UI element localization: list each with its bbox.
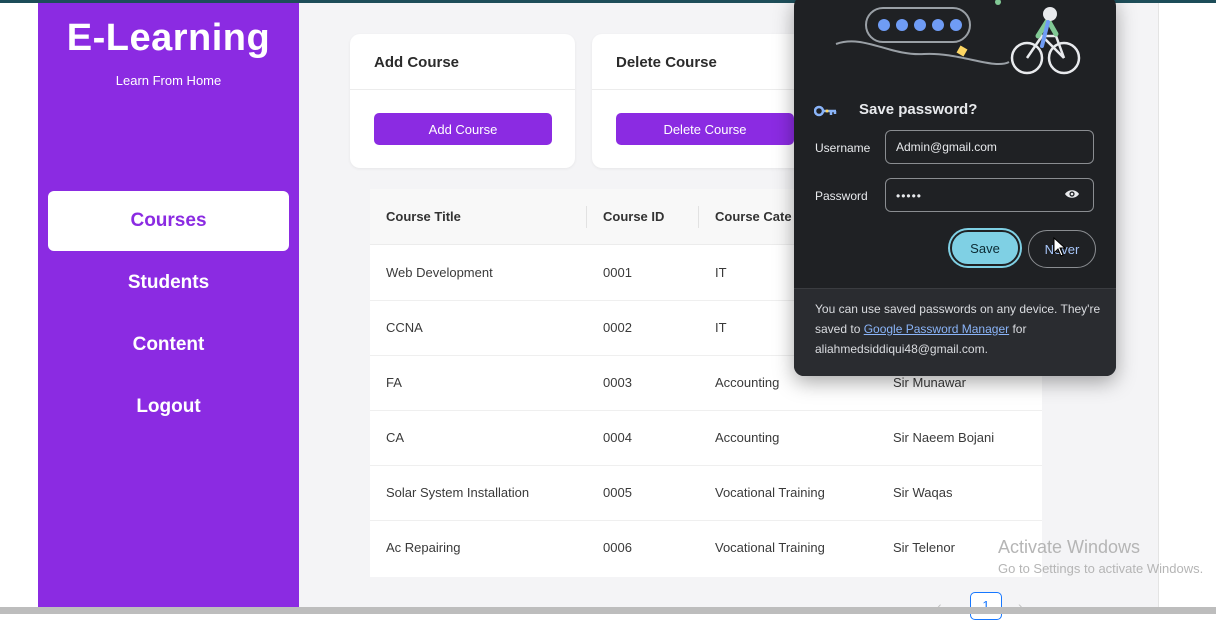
sidebar-item-students[interactable]: Students: [48, 253, 289, 313]
username-field[interactable]: [885, 130, 1094, 164]
sidebar-item-courses[interactable]: Courses: [48, 191, 289, 251]
table-row[interactable]: CA 0004 Accounting Sir Naeem Bojani: [370, 410, 1042, 466]
cell-title: Web Development: [386, 265, 493, 280]
column-header-id[interactable]: Course ID: [603, 189, 664, 244]
cell-title: CCNA: [386, 320, 423, 335]
cell-category: Accounting: [715, 375, 780, 390]
cell-title: Ac Repairing: [386, 540, 461, 555]
card-divider: [592, 89, 817, 90]
cell-category: Vocational Training: [715, 485, 825, 500]
cell-id: 0005: [603, 485, 632, 500]
brand-title: E-Learning: [66, 17, 271, 59]
add-course-card-title: Add Course: [374, 54, 460, 71]
cell-id: 0002: [603, 320, 632, 335]
dialog-title: Save password?: [859, 101, 978, 118]
delete-course-card: Delete Course Delete Course: [592, 34, 817, 168]
cell-category: Vocational Training: [715, 540, 825, 555]
sidebar-item-content[interactable]: Content: [48, 315, 289, 375]
cell-title: CA: [386, 430, 405, 445]
table-row[interactable]: Solar System Installation 0005 Vocationa…: [370, 465, 1042, 521]
password-label: Password: [815, 189, 868, 203]
card-divider: [350, 89, 575, 90]
footer-text: You can use saved passwords on any devic…: [815, 299, 1101, 359]
username-label: Username: [815, 141, 871, 155]
password-manager-link[interactable]: Google Password Manager: [864, 322, 1009, 336]
save-password-button[interactable]: Save: [950, 230, 1020, 266]
cell-id: 0004: [603, 430, 632, 445]
cell-id: 0006: [603, 540, 632, 555]
taskbar-edge: [0, 607, 1216, 614]
pagination-page[interactable]: 1: [970, 592, 1002, 620]
add-course-button[interactable]: Add Course: [374, 113, 552, 145]
cell-category: IT: [715, 265, 727, 280]
sidebar-item-logout[interactable]: Logout: [48, 377, 289, 437]
add-course-card: Add Course Add Course: [350, 34, 575, 168]
dialog-footer: You can use saved passwords on any devic…: [794, 288, 1116, 376]
cell-instructor: Sir Waqas: [893, 485, 953, 500]
cell-instructor: Sir Naeem Bojani: [893, 430, 995, 445]
column-header-category[interactable]: Course Cate: [715, 189, 792, 244]
delete-course-button[interactable]: Delete Course: [616, 113, 794, 145]
column-divider: [698, 206, 699, 228]
cell-title: Solar System Installation: [386, 485, 530, 500]
sidebar: E-Learning Learn From Home Courses Stude…: [38, 3, 299, 607]
delete-course-card-title: Delete Course: [616, 54, 717, 71]
cursor-icon: [1053, 237, 1067, 257]
save-password-dialog: Save password? Username Password ••••• S…: [794, 0, 1116, 376]
right-panel-edge: [1158, 3, 1216, 609]
activation-watermark-subtitle: Go to Settings to activate Windows.: [998, 561, 1204, 576]
cell-id: 0001: [603, 265, 632, 280]
cell-instructor: Sir Telenor: [893, 540, 955, 555]
eye-icon[interactable]: [1064, 188, 1080, 200]
brand-tagline: Learn From Home: [115, 73, 222, 88]
cell-id: 0003: [603, 375, 632, 390]
left-margin: [0, 3, 38, 609]
table-row[interactable]: Ac Repairing 0006 Vocational Training Si…: [370, 520, 1042, 575]
key-icon: [814, 105, 837, 117]
cyclist-illustration: [835, 0, 1081, 75]
cell-category: IT: [715, 320, 727, 335]
cell-title: FA: [386, 375, 402, 390]
column-divider: [586, 206, 587, 228]
activation-watermark-title: Activate Windows: [998, 537, 1141, 557]
cell-category: Accounting: [715, 430, 780, 445]
column-header-title[interactable]: Course Title: [386, 189, 461, 244]
password-field[interactable]: •••••: [885, 178, 1094, 212]
